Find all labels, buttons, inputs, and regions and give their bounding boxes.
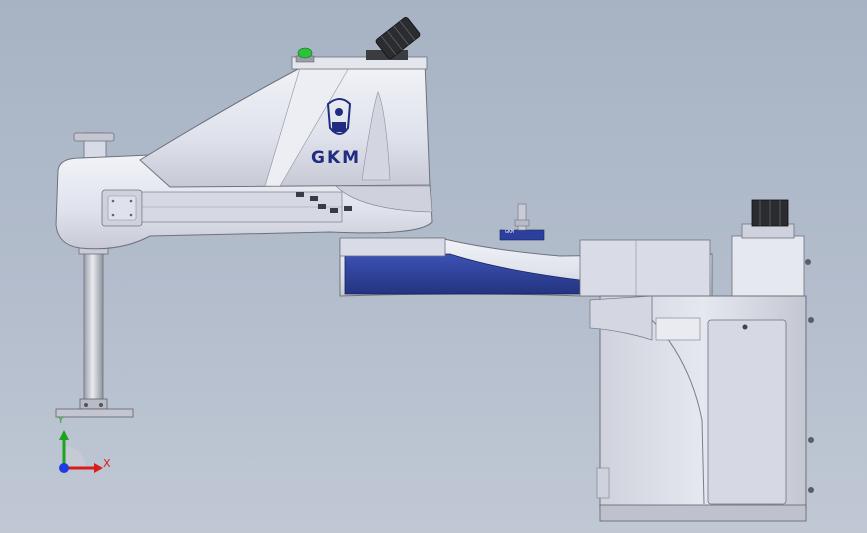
rear-motor-box [731,199,811,297]
brand-text: GKM [311,148,362,168]
arm-tag-text: GKM [505,229,515,235]
y-axis-label: Y [58,416,64,426]
orientation-triad[interactable] [59,430,103,473]
cad-viewport[interactable]: GKM GKM X Y [0,0,867,533]
top-cable-connector[interactable] [366,16,421,60]
x-axis-label: X [103,457,111,470]
status-lamp [295,47,315,63]
z-axis-shaft[interactable] [55,239,134,418]
robot-base[interactable] [589,295,814,522]
